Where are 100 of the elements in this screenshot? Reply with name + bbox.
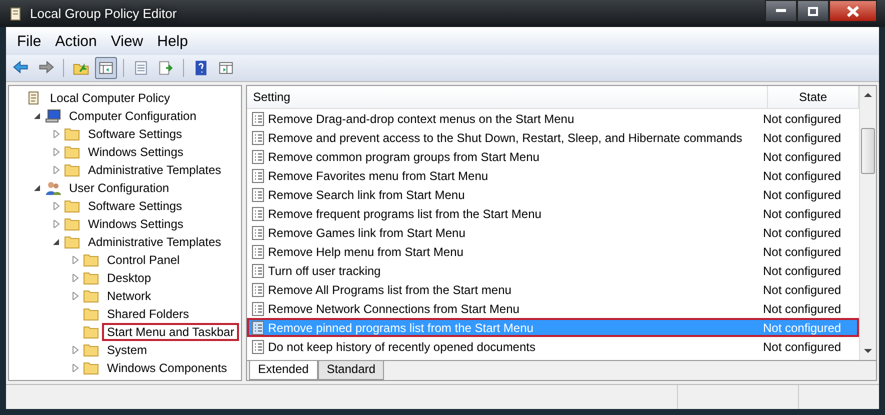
maximize-button[interactable] <box>797 0 829 22</box>
setting-name: Remove common program groups from Start Menu <box>268 150 540 164</box>
tree-item[interactable]: Network <box>102 287 156 305</box>
minimize-button[interactable] <box>765 0 797 22</box>
window-title: Local Group Policy Editor <box>30 6 177 21</box>
folder-icon <box>64 144 80 160</box>
folder-icon <box>83 270 99 286</box>
state-text: Not configured <box>763 206 842 220</box>
collapsed-triangle-icon[interactable] <box>52 166 60 174</box>
setting-name: Remove frequent programs list from the Start Menu <box>268 206 542 220</box>
expanded-triangle-icon[interactable] <box>33 184 41 192</box>
menu-item[interactable]: File <box>10 32 48 50</box>
policy-setting-icon <box>252 264 264 278</box>
policy-setting-icon <box>252 302 264 316</box>
policy-setting-icon <box>252 130 264 144</box>
tree-item[interactable]: Administrative Templates <box>83 161 226 179</box>
close-button[interactable] <box>829 0 877 22</box>
collapsed-triangle-icon[interactable] <box>52 148 60 156</box>
table-row[interactable]: Turn off user tracking Not configured <box>247 261 859 280</box>
menu-item[interactable]: Help <box>150 32 195 50</box>
table-row[interactable]: Remove Games link from Start Menu Not configured <box>247 223 859 242</box>
collapsed-triangle-icon[interactable] <box>71 346 79 354</box>
table-row[interactable]: Do not keep history of recently opened documents Not configured <box>247 337 859 356</box>
state-text: Not configured <box>763 302 842 316</box>
tree-item[interactable]: Administrative Templates <box>83 233 226 251</box>
tree-item[interactable]: Windows Settings <box>83 215 188 233</box>
table-row[interactable]: Remove All Programs list from the Start menu Not configured <box>247 280 859 299</box>
view-tab[interactable]: Standard <box>318 361 384 380</box>
users-icon <box>45 180 61 196</box>
state-text: Not configured <box>763 264 842 278</box>
folder-icon <box>83 360 99 376</box>
tree-item[interactable]: Local Computer Policy <box>45 89 176 107</box>
scrollbar[interactable] <box>859 86 876 360</box>
table-row[interactable]: Remove and prevent access to the Shut Down, Restart, Sleep, and Hibernate commands Not configured <box>247 128 859 147</box>
scroll-down-icon[interactable] <box>864 348 872 354</box>
collapsed-triangle-icon[interactable] <box>52 202 60 210</box>
policy-setting-icon <box>252 226 264 240</box>
folder-icon <box>64 162 80 178</box>
folder-icon <box>83 252 99 268</box>
close-icon <box>847 6 859 16</box>
collapsed-triangle-icon[interactable] <box>71 256 79 264</box>
setting-name: Remove and prevent access to the Shut Down, Restart, Sleep, and Hibernate commands <box>268 130 742 144</box>
column-header[interactable]: Setting <box>247 86 768 108</box>
tree-item[interactable]: Computer Configuration <box>64 107 202 125</box>
expanded-triangle-icon[interactable] <box>33 112 41 120</box>
tree-item[interactable]: Windows Settings <box>83 143 188 161</box>
policy-setting-icon <box>252 320 264 334</box>
policy-setting-icon <box>252 150 264 164</box>
menu-item[interactable]: View <box>104 32 150 50</box>
tree-item[interactable]: Start Menu and Taskbar <box>102 323 240 341</box>
collapsed-triangle-icon[interactable] <box>71 292 79 300</box>
setting-name: Remove Network Connections from Start Menu <box>268 302 520 316</box>
folder-icon <box>64 216 80 232</box>
view-tab[interactable]: Extended <box>249 361 318 380</box>
menu-item[interactable]: Action <box>48 32 104 50</box>
collapsed-triangle-icon[interactable] <box>52 220 60 228</box>
folder-icon <box>83 288 99 304</box>
minimize-icon <box>776 9 786 13</box>
tree-item[interactable]: Software Settings <box>83 197 188 215</box>
panel-icon <box>217 59 235 77</box>
export-icon <box>157 59 175 77</box>
table-row[interactable]: Remove Favorites menu from Start Menu Not configured <box>247 166 859 185</box>
setting-name: Do not keep history of recently opened documents <box>268 340 536 354</box>
table-row[interactable]: Remove frequent programs list from the Start Menu Not configured <box>247 204 859 223</box>
toolbar-button[interactable] <box>95 57 117 79</box>
policy-setting-icon <box>252 282 264 296</box>
state-text: Not configured <box>763 282 842 296</box>
state-text: Not configured <box>763 320 842 334</box>
state-text: Not configured <box>763 112 842 126</box>
folder-icon <box>83 306 99 322</box>
table-row[interactable]: Remove Network Connections from Start Menu Not configured <box>247 299 859 318</box>
state-text: Not configured <box>763 188 842 202</box>
tree-item[interactable]: Control Panel <box>102 251 185 269</box>
tree-item[interactable]: Software Settings <box>83 125 188 143</box>
table-row[interactable]: Remove Help menu from Start Menu Not configured <box>247 242 859 261</box>
tree-item[interactable]: Desktop <box>102 269 156 287</box>
setting-name: Remove All Programs list from the Start menu <box>268 282 512 296</box>
table-row[interactable]: Remove common program groups from Start Menu Not configured <box>247 147 859 166</box>
setting-name: Remove Drag-and-drop context menus on the Start Menu <box>268 112 574 126</box>
policy-setting-icon <box>252 112 264 126</box>
state-text: Not configured <box>763 150 842 164</box>
table-row[interactable]: Remove Search link from Start Menu Not configured <box>247 185 859 204</box>
setting-name: Turn off user tracking <box>268 264 381 278</box>
expanded-triangle-icon[interactable] <box>52 238 60 246</box>
collapsed-triangle-icon[interactable] <box>52 130 60 138</box>
table-row[interactable]: Remove Drag-and-drop context menus on the Start Menu Not configured <box>247 109 859 128</box>
folder-icon <box>64 126 80 142</box>
policy-setting-icon <box>252 340 264 354</box>
tree-item[interactable]: Shared Folders <box>102 305 194 323</box>
policy-setting-icon <box>252 244 264 258</box>
collapsed-triangle-icon[interactable] <box>71 364 79 372</box>
collapsed-triangle-icon[interactable] <box>71 274 79 282</box>
scroll-up-icon[interactable] <box>864 92 872 98</box>
scroll-thumb[interactable] <box>861 128 875 174</box>
tree-item[interactable]: Windows Components <box>102 359 232 377</box>
setting-name: Remove Help menu from Start Menu <box>268 244 464 258</box>
pane-toggle-icon <box>97 59 115 77</box>
state-text: Not configured <box>763 340 842 354</box>
tree-item[interactable]: System <box>102 341 152 359</box>
tree-item[interactable]: User Configuration <box>64 179 174 197</box>
